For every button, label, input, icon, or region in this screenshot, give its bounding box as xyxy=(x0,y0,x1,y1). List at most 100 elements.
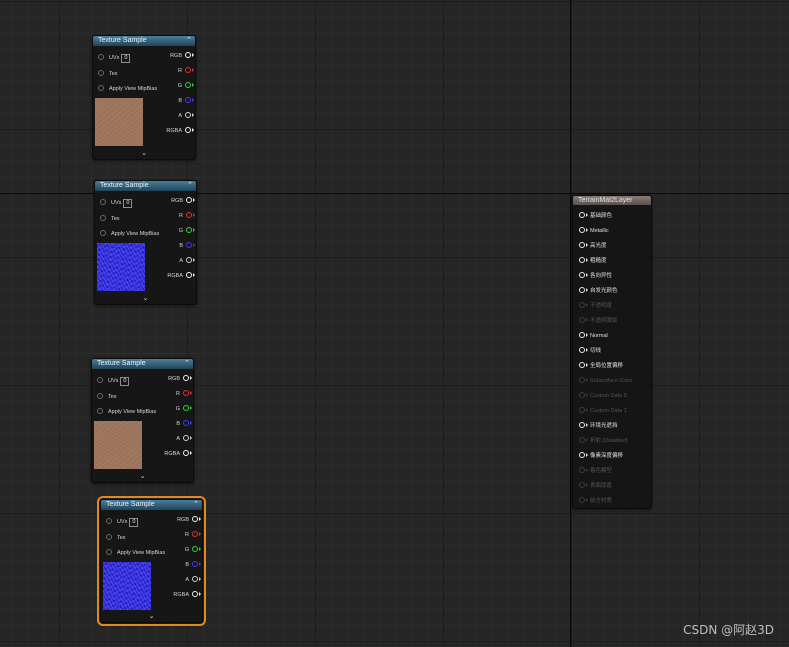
layer-input-pin-disabled: Custom Data 0 xyxy=(579,391,627,401)
layer-input-pin[interactable]: 基础颜色 xyxy=(579,211,612,221)
output-pin-b[interactable]: B xyxy=(178,96,194,106)
uvs-input-pin[interactable]: UVs 0 xyxy=(98,53,131,63)
layer-input-pin[interactable]: 高光度 xyxy=(579,241,607,251)
output-pin-g[interactable]: G xyxy=(178,81,194,91)
uvs-value-field[interactable]: 0 xyxy=(129,518,139,527)
output-pin-icon xyxy=(185,81,194,88)
output-pin-rgb[interactable]: RGB xyxy=(170,51,194,61)
texture-sample-node[interactable]: Texture Sample ⌃ UVs 0 Tex Apply View MipB… xyxy=(94,180,197,305)
mipbias-input-pin[interactable]: Apply View MipBias xyxy=(106,548,165,558)
output-pin-g[interactable]: G xyxy=(185,545,201,555)
tex-input-pin[interactable]: Tex xyxy=(97,392,117,402)
chevron-up-icon[interactable]: ⌃ xyxy=(187,181,193,191)
uvs-value-field[interactable]: 0 xyxy=(120,377,130,386)
output-pin-rgba[interactable]: RGBA xyxy=(164,449,192,459)
output-pin-r[interactable]: R xyxy=(185,530,201,540)
output-pin-icon xyxy=(186,211,195,218)
watermark: CSDN @阿赵3D xyxy=(683,623,774,637)
node-title[interactable]: Texture Sample ⌃ xyxy=(93,36,195,46)
uvs-value-field[interactable]: 0 xyxy=(123,199,133,208)
uvs-value-field[interactable]: 0 xyxy=(121,54,131,63)
chevron-up-icon[interactable]: ⌃ xyxy=(193,500,199,510)
pin-label: RGBA xyxy=(167,273,183,279)
mipbias-input-pin[interactable]: Apply View MipBias xyxy=(97,407,156,417)
output-pin-rgba[interactable]: RGBA xyxy=(173,590,201,600)
pin-label: Apply View MipBias xyxy=(117,550,166,556)
chevron-down-icon[interactable]: ⌄ xyxy=(92,472,193,480)
node-title[interactable]: Texture Sample ⌃ xyxy=(92,359,193,369)
output-pin-icon xyxy=(186,196,195,203)
layer-input-pin[interactable]: 各向异性 xyxy=(579,271,612,281)
input-pin-icon xyxy=(579,331,588,338)
layer-input-pin[interactable]: 全局位置偏移 xyxy=(579,361,623,371)
output-pin-r[interactable]: R xyxy=(179,211,195,221)
pin-label: G xyxy=(175,406,180,412)
input-pin-icon xyxy=(579,406,588,413)
output-pin-icon xyxy=(185,96,194,103)
chevron-down-icon[interactable]: ⌄ xyxy=(95,294,196,302)
texture-sample-node[interactable]: Texture Sample ⌃ UVs 0 Tex Apply View MipB… xyxy=(91,358,194,483)
mipbias-input-pin[interactable]: Apply View MipBias xyxy=(100,229,159,239)
output-pin-icon xyxy=(185,51,194,58)
pin-label: B xyxy=(185,562,189,568)
input-pin-icon xyxy=(579,256,588,263)
tex-input-pin[interactable]: Tex xyxy=(100,214,120,224)
layer-input-pin[interactable]: 像素深度偏移 xyxy=(579,451,623,461)
input-pin-icon xyxy=(579,376,588,383)
layer-input-pin[interactable]: 粗糙度 xyxy=(579,256,607,266)
output-pin-icon xyxy=(185,126,194,133)
output-pin-rgb[interactable]: RGB xyxy=(168,374,192,384)
layer-input-pin[interactable]: Metallic xyxy=(579,226,609,236)
output-pin-a[interactable]: A xyxy=(185,575,201,585)
pin-label: Tex xyxy=(109,71,118,77)
output-pin-b[interactable]: B xyxy=(176,419,192,429)
node-title[interactable]: Texture Sample ⌃ xyxy=(95,181,196,191)
output-pin-g[interactable]: G xyxy=(175,404,192,414)
input-pin-icon xyxy=(579,301,588,308)
layer-input-pin-disabled: 折射 (Disabled) xyxy=(579,436,628,446)
chevron-up-icon[interactable]: ⌃ xyxy=(184,359,190,369)
layer-input-pin-disabled: Subsurface Color xyxy=(579,376,633,386)
texture-sample-node[interactable]: Texture Sample ⌃ UVs 0 Tex Apply View MipB… xyxy=(92,35,196,160)
pin-label: Tex xyxy=(117,535,126,541)
input-pin-icon xyxy=(579,361,588,368)
output-pin-r[interactable]: R xyxy=(178,66,194,76)
layer-input-pin-disabled: 前方材质 xyxy=(579,496,612,506)
uvs-input-pin[interactable]: UVs 0 xyxy=(97,376,130,386)
texture-preview xyxy=(103,562,151,610)
pin-label: R xyxy=(178,68,182,74)
texture-sample-node-selected[interactable]: Texture Sample ⌃ UVs 0 Tex Apply View MipB… xyxy=(97,496,206,626)
layer-input-pin[interactable]: 自发光颜色 xyxy=(579,286,618,296)
pin-label: R xyxy=(185,532,189,538)
layer-input-pin[interactable]: 切线 xyxy=(579,346,601,356)
output-pin-a[interactable]: A xyxy=(179,256,195,266)
output-pin-a[interactable]: A xyxy=(176,434,192,444)
output-pin-g[interactable]: G xyxy=(179,226,195,236)
layer-input-pin[interactable]: 环境光遮挡 xyxy=(579,421,618,431)
tex-input-pin[interactable]: Tex xyxy=(106,533,126,543)
tex-input-pin[interactable]: Tex xyxy=(98,69,118,79)
output-pin-rgb[interactable]: RGB xyxy=(177,515,201,525)
output-pin-r[interactable]: R xyxy=(176,389,192,399)
output-pin-b[interactable]: B xyxy=(179,241,195,251)
uvs-input-pin[interactable]: UVs 0 xyxy=(106,517,139,527)
layer-input-pin[interactable]: Normal xyxy=(579,331,608,341)
output-pin-icon xyxy=(183,374,192,381)
output-pin-rgba[interactable]: RGBA xyxy=(166,126,194,136)
uvs-input-pin[interactable]: UVs 0 xyxy=(100,198,133,208)
pin-label: RGB xyxy=(171,198,183,204)
terrain-material-layer-node[interactable]: TerrainMat2Layer 基础颜色 Metallic 高光度 粗糙度 各… xyxy=(572,195,652,509)
node-title[interactable]: Texture Sample ⌃ xyxy=(101,500,202,510)
chevron-up-icon[interactable]: ⌃ xyxy=(186,36,192,46)
output-pin-a[interactable]: A xyxy=(178,111,194,121)
node-title[interactable]: TerrainMat2Layer xyxy=(573,196,651,205)
chevron-down-icon[interactable]: ⌄ xyxy=(93,149,195,157)
output-pin-b[interactable]: B xyxy=(185,560,201,570)
output-pin-rgb[interactable]: RGB xyxy=(171,196,195,206)
output-pin-icon xyxy=(192,575,201,582)
pin-circle-icon xyxy=(97,407,103,414)
mipbias-input-pin[interactable]: Apply View MipBias xyxy=(98,84,157,94)
output-pin-rgba[interactable]: RGBA xyxy=(167,271,195,281)
pin-label: UVs xyxy=(108,378,119,384)
chevron-down-icon[interactable]: ⌄ xyxy=(101,612,202,620)
